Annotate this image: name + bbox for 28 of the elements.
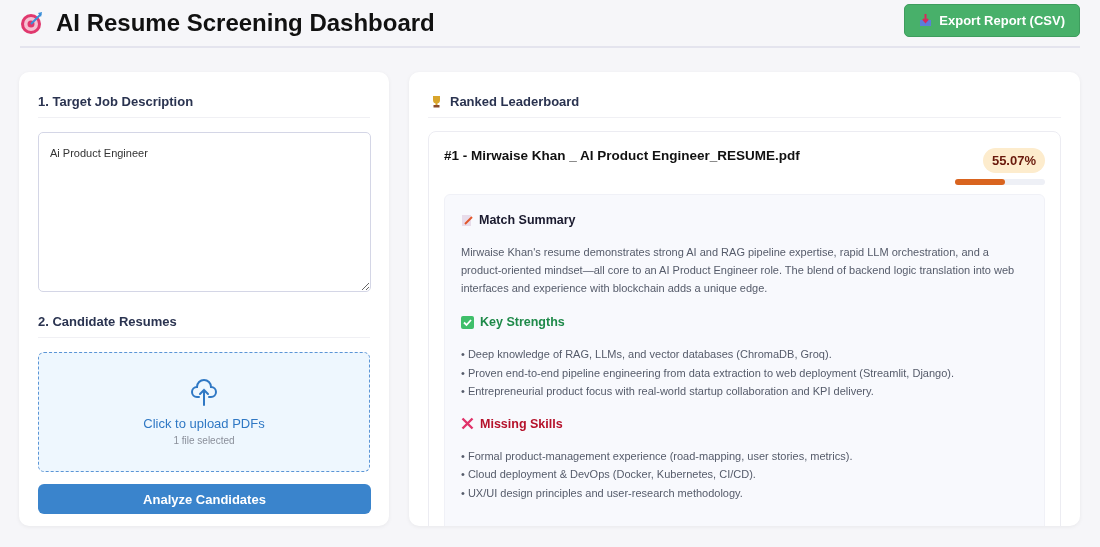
list-item: • Proven end-to-end pipeline engineering from data extraction to web deployment (Streamlit, Django).	[461, 365, 955, 381]
list-item: • Entrepreneurial product focus with real-world startup collaboration and KPI delivery.	[461, 384, 875, 399]
list-item: • Cloud deployment & DevOps (Docker, Kubernetes, CI/CD).	[461, 467, 757, 482]
list-item: • Deep knowledge of RAG, LLMs, and vector databases (ChromaDB, Groq).	[461, 347, 833, 362]
section-heading: Key Strengths	[480, 315, 565, 329]
section-heading: 2. Candidate Resumes	[38, 312, 370, 338]
analyze-button[interactable]: Analyze Candidates	[38, 484, 371, 514]
list-item: • UX/UI design principles and user-research methodology.	[461, 485, 744, 501]
export-button[interactable]: Export Report (CSV)	[904, 3, 1080, 37]
checkbox-check-icon	[461, 315, 474, 329]
download-tray-icon	[919, 13, 933, 27]
cloud-upload-icon	[191, 378, 217, 406]
list-item: • Formal product-management experience (road-mapping, user stories, metrics).	[461, 448, 854, 464]
section-heading: 1. Target Job Description	[38, 92, 370, 118]
score-badge: 55.07%	[982, 148, 1045, 173]
candidate-title: #1 - Mirwaise Khan _ AI Product Engineer_RESUME.pdf	[444, 148, 800, 163]
section-heading: Missing Skills	[480, 416, 563, 431]
summary-text: Mirwaise Khan's resume demonstrates strong AI and RAG pipeline expertise, rapid LLM orchestration, and a product-oriented mindset—all core to an AI Product Engineer role. The blend of backend logic translation into web interfaces and experience with blockchain adds a unique edge.	[461, 245, 1016, 296]
page-title: AI Resume Screening Dashboard	[56, 9, 435, 37]
upload-dropzone[interactable]: Click to upload PDFs 1 file selected	[38, 352, 370, 472]
job-description-field[interactable]: Ai Product Engineer	[38, 132, 371, 292]
upload-status: 1 file selected	[173, 435, 235, 446]
upload-label: Click to upload PDFs	[143, 416, 265, 431]
cross-mark-icon	[461, 417, 474, 430]
target-icon	[20, 11, 44, 35]
trophy-icon	[430, 95, 443, 108]
leaderboard-title: Ranked Leaderboard	[450, 94, 580, 109]
section-heading: Match Summary	[479, 213, 576, 227]
